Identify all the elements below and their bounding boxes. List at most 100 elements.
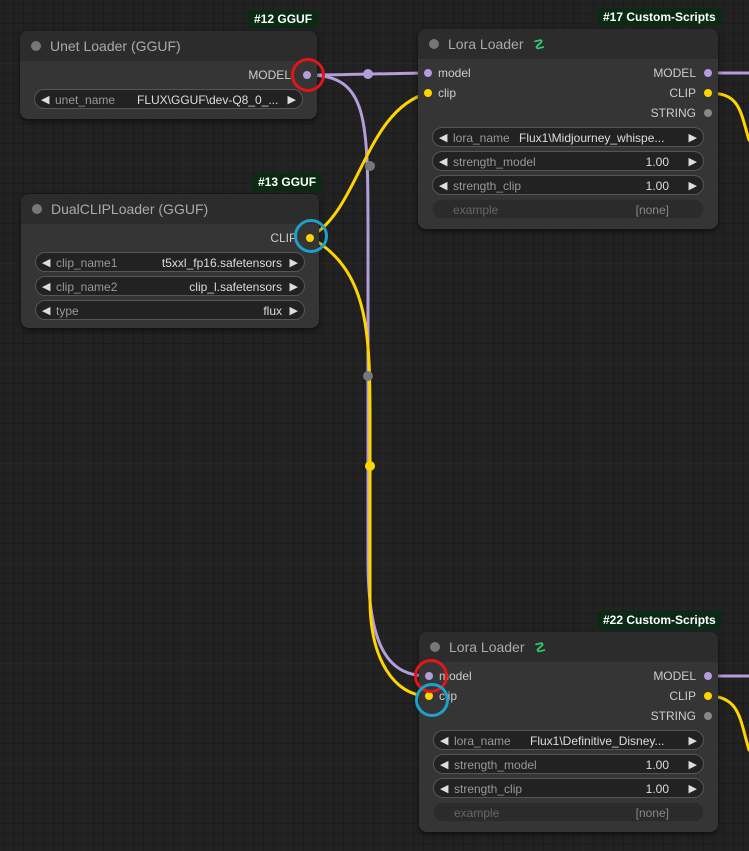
string-output-dot[interactable] (704, 109, 712, 117)
right-arrow-icon[interactable]: ▶ (290, 253, 298, 273)
strength-clip-number[interactable]: ◀ strength_clip 1.00 ▶ (433, 778, 704, 798)
right-arrow-icon[interactable]: ▶ (689, 779, 697, 799)
slot-row-model[interactable]: model MODEL (418, 63, 718, 83)
node-unet-loader[interactable]: Unet Loader (GGUF) MODEL ◀ unet_name FLU… (20, 31, 317, 119)
slot-row-clip[interactable]: clip CLIP (418, 83, 718, 103)
slot-label: CLIP (669, 86, 696, 100)
left-arrow-icon[interactable]: ◀ (41, 90, 49, 110)
left-arrow-icon[interactable]: ◀ (42, 277, 50, 297)
right-arrow-icon[interactable]: ▶ (290, 301, 298, 321)
strength-model-number[interactable]: ◀ strength_model 1.00 ▶ (433, 754, 704, 774)
link-midpoint-clip-2[interactable] (365, 461, 375, 471)
widget-value: 1.00 (645, 179, 669, 193)
right-arrow-icon[interactable]: ▶ (288, 90, 296, 110)
node-title: Lora Loader (448, 36, 524, 52)
right-arrow-icon[interactable]: ▶ (689, 731, 697, 751)
slot-row-string[interactable]: STRING (418, 103, 718, 123)
slot-label: STRING (650, 709, 696, 723)
custom-scripts-icon: ☡ (534, 640, 547, 655)
annotation-red-circle-unet-model (291, 58, 325, 92)
widget-value: Flux1\Definitive_Disney... (530, 734, 665, 748)
slot-row-string[interactable]: STRING (419, 706, 718, 726)
slot-label: clip (438, 86, 457, 100)
left-arrow-icon[interactable]: ◀ (439, 152, 447, 172)
right-arrow-icon[interactable]: ▶ (689, 755, 697, 775)
collapse-dot-icon[interactable] (430, 642, 440, 652)
collapse-dot-icon[interactable] (429, 39, 439, 49)
node-lora-loader-17[interactable]: Lora Loader ☡ model MODEL clip CLIP STRI… (418, 29, 718, 229)
example-combo[interactable]: example [none] (432, 199, 704, 219)
widget-value: 1.00 (645, 758, 669, 772)
string-output-dot[interactable] (704, 712, 712, 720)
widget-label: unet_name (55, 93, 116, 107)
node-title: Unet Loader (GGUF) (50, 38, 181, 54)
left-arrow-icon[interactable]: ◀ (42, 301, 50, 321)
node-badge-unet: #12 GGUF (248, 10, 319, 28)
output-slot-clip[interactable]: CLIP (21, 228, 319, 248)
widget-label: strength_model (453, 155, 536, 169)
node-title-bar[interactable]: Lora Loader ☡ (419, 632, 718, 662)
link-midpoint-clip[interactable] (365, 161, 375, 171)
model-output-dot[interactable] (704, 69, 712, 77)
lora-name-combo[interactable]: ◀ lora_name Flux1\Midjourney_whispe... ▶ (432, 127, 704, 147)
node-title: DualCLIPLoader (GGUF) (51, 201, 209, 217)
node-lora-loader-22[interactable]: Lora Loader ☡ model MODEL clip CLIP STRI… (419, 632, 718, 832)
node-title-bar[interactable]: Lora Loader ☡ (418, 29, 718, 59)
widget-label: clip_name2 (56, 280, 118, 294)
strength-model-number[interactable]: ◀ strength_model 1.00 ▶ (432, 151, 704, 171)
widget-label: strength_clip (454, 782, 523, 796)
right-arrow-icon[interactable]: ▶ (689, 128, 697, 148)
slot-label: MODEL (248, 68, 291, 82)
example-combo[interactable]: example [none] (433, 802, 704, 822)
node-title-bar[interactable]: Unet Loader (GGUF) (20, 31, 317, 61)
widget-value: flux (263, 304, 282, 318)
right-arrow-icon[interactable]: ▶ (689, 176, 697, 196)
collapse-dot-icon[interactable] (31, 41, 41, 51)
clip-name2-combo[interactable]: ◀ clip_name2 clip_l.safetensors ▶ (35, 276, 305, 296)
link-midpoint-model-2[interactable] (363, 371, 373, 381)
strength-clip-number[interactable]: ◀ strength_clip 1.00 ▶ (432, 175, 704, 195)
collapse-dot-icon[interactable] (32, 204, 42, 214)
widget-label: strength_model (454, 758, 537, 772)
node-badge-lora17: #17 Custom-Scripts (597, 8, 722, 26)
lora-name-combo[interactable]: ◀ lora_name Flux1\Definitive_Disney... ▶ (433, 730, 704, 750)
clip-name1-combo[interactable]: ◀ clip_name1 t5xxl_fp16.safetensors ▶ (35, 252, 305, 272)
slot-label: MODEL (653, 669, 696, 683)
unet-name-combo[interactable]: ◀ unet_name FLUX\GGUF\dev-Q8_0_... ▶ (34, 89, 303, 109)
annotation-blue-circle-dualclip-clip (294, 219, 328, 253)
clip-output-dot[interactable] (704, 692, 712, 700)
left-arrow-icon[interactable]: ◀ (439, 176, 447, 196)
output-slot-model[interactable]: MODEL (20, 65, 317, 85)
clip-input-dot[interactable] (424, 89, 432, 97)
link-midpoint-model[interactable] (363, 69, 373, 79)
node-dualcliploader[interactable]: DualCLIPLoader (GGUF) CLIP ◀ clip_name1 … (21, 194, 319, 328)
left-arrow-icon[interactable]: ◀ (440, 755, 448, 775)
node-title-bar[interactable]: DualCLIPLoader (GGUF) (21, 194, 319, 224)
type-combo[interactable]: ◀ type flux ▶ (35, 300, 305, 320)
left-arrow-icon[interactable]: ◀ (440, 779, 448, 799)
widget-label: clip_name1 (56, 256, 118, 270)
widget-label: lora_name (453, 131, 510, 145)
left-arrow-icon[interactable]: ◀ (440, 731, 448, 751)
widget-value: Flux1\Midjourney_whispe... (519, 131, 665, 145)
slot-row-clip[interactable]: clip CLIP (419, 686, 718, 706)
model-input-dot[interactable] (424, 69, 432, 77)
right-arrow-icon[interactable]: ▶ (290, 277, 298, 297)
node-title: Lora Loader (449, 639, 525, 655)
slot-label: STRING (650, 106, 696, 120)
widget-value: clip_l.safetensors (189, 280, 282, 294)
slot-label: CLIP (270, 231, 297, 245)
clip-output-dot[interactable] (704, 89, 712, 97)
right-arrow-icon[interactable]: ▶ (689, 152, 697, 172)
widget-label: example (453, 203, 499, 217)
left-arrow-icon[interactable]: ◀ (439, 128, 447, 148)
annotation-blue-circle-lora22-clip (415, 683, 449, 717)
slot-label: model (438, 66, 471, 80)
node-badge-dualclip: #13 GGUF (252, 173, 323, 191)
widget-value: FLUX\GGUF\dev-Q8_0_... (137, 93, 279, 107)
widget-value: 1.00 (645, 782, 669, 796)
model-output-dot[interactable] (704, 672, 712, 680)
slot-row-model[interactable]: model MODEL (419, 666, 718, 686)
left-arrow-icon[interactable]: ◀ (42, 253, 50, 273)
widget-value: [none] (635, 806, 669, 820)
